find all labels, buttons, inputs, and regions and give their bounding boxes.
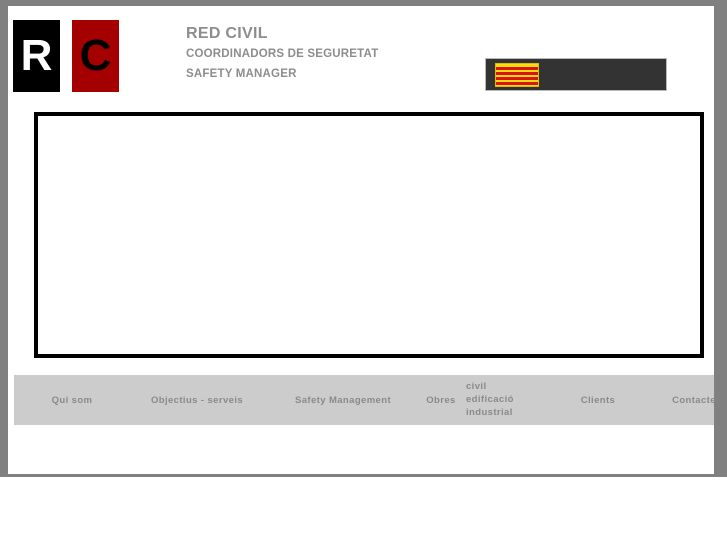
- nav-item-label: Contacte: [672, 394, 716, 406]
- main-navigation: Qui som Objectius - serveis Safety Manag…: [14, 375, 716, 425]
- nav-item-label: Objectius - serveis: [150, 394, 244, 406]
- flag-stripe: [496, 67, 538, 70]
- nav-item-clients[interactable]: Clients: [556, 375, 640, 425]
- nav-item-contacte[interactable]: Contacte: [652, 375, 727, 425]
- nav-subitem-industrial[interactable]: industrial: [466, 406, 542, 419]
- flag-stripe: [496, 77, 538, 80]
- brand-block: RED CIVIL COORDINADORS DE SEGURETAT SAFE…: [186, 24, 378, 84]
- site-header: R C RED CIVIL COORDINADORS DE SEGURETAT …: [8, 6, 714, 104]
- flag-stripe: [496, 82, 538, 85]
- flag-stripe: [496, 72, 538, 75]
- nav-item-safety-management[interactable]: Safety Management: [278, 375, 408, 425]
- site-logo[interactable]: R C: [13, 20, 120, 92]
- page-title: RED CIVIL: [186, 25, 268, 42]
- brand-subtitle-english: SAFETY MANAGER: [186, 68, 297, 80]
- nav-item-obres[interactable]: Obres: [418, 375, 464, 425]
- nav-subitem-edificacio[interactable]: edificació: [466, 393, 542, 406]
- nav-item-label: Safety Management: [294, 394, 392, 406]
- brand-subtitle-catalan: COORDINADORS DE SEGURETAT: [186, 48, 379, 60]
- nav-item-label: Qui som: [51, 394, 93, 406]
- logo-letter-c: C: [79, 31, 112, 80]
- logo-tile-r: R: [13, 20, 60, 92]
- nav-subitem-civil[interactable]: civil: [466, 380, 542, 393]
- nav-item-label: Obres: [426, 394, 456, 406]
- nav-item-objectius-serveis[interactable]: Objectius - serveis: [132, 375, 262, 425]
- nav-item-obres-categories[interactable]: civil edificació industrial: [466, 375, 542, 425]
- page-sheet: R C RED CIVIL COORDINADORS DE SEGURETAT …: [8, 6, 716, 474]
- logo-tile-c: C: [72, 20, 119, 92]
- nav-item-label: Clients: [580, 394, 616, 406]
- catalan-senyera-flag-icon[interactable]: [495, 63, 539, 87]
- page-outer-frame: R C RED CIVIL COORDINADORS DE SEGURETAT …: [0, 0, 727, 477]
- language-flag-bar[interactable]: [485, 58, 667, 91]
- logo-letter-r: R: [20, 31, 53, 80]
- page-footer-area: [8, 425, 714, 474]
- main-content-box: [34, 112, 704, 358]
- nav-item-qui-som[interactable]: Qui som: [26, 375, 118, 425]
